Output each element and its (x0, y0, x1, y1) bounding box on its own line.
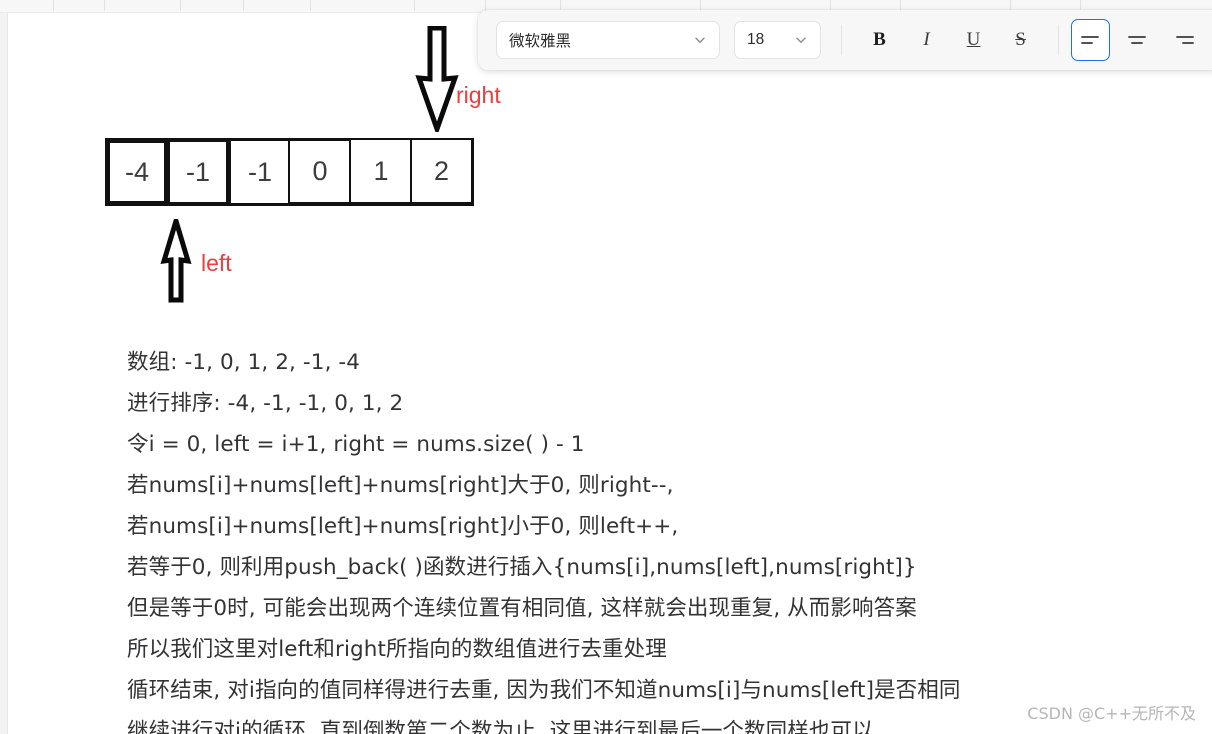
array-cell: 0 (288, 138, 352, 206)
toolbar-divider (841, 25, 842, 55)
arrow-up-icon (160, 212, 192, 303)
algorithm-description-text[interactable]: 数组: -1, 0, 1, 2, -1, -4 进行排序: -4, -1, -1… (127, 342, 1177, 734)
text-line: 若nums[i]+nums[left]+nums[right]小于0, 则lef… (127, 514, 679, 539)
array-cell: 1 (349, 138, 413, 206)
align-left-button[interactable] (1070, 19, 1110, 61)
align-right-icon (1175, 36, 1194, 44)
array-cell: 2 (410, 138, 474, 206)
array-cell: -1 (166, 138, 230, 206)
toolbar-separator (180, 0, 181, 11)
right-pointer-label: right (456, 82, 501, 108)
text-line: 若等于0, 则利用push_back( )函数进行插入{nums[i],nums… (127, 555, 917, 580)
csdn-watermark: CSDN @C++无所不及 (1027, 704, 1196, 723)
font-size-value: 18 (747, 31, 765, 48)
italic-button[interactable]: I (907, 19, 946, 61)
align-center-icon (1128, 36, 1147, 44)
text-line: 若nums[i]+nums[left]+nums[right]大于0, 则rig… (127, 473, 674, 498)
arrow-down-icon (415, 25, 459, 137)
right-pointer-arrow (414, 25, 460, 137)
text-line: 继续进行对i的循环, 直到倒数第二个数为止, 这里进行到最后一个数同样也可以 (127, 719, 874, 734)
toolbar-separator (310, 0, 311, 11)
bold-button[interactable]: B (860, 19, 899, 61)
array-cell: -1 (227, 138, 291, 206)
text-line: 数组: -1, 0, 1, 2, -1, -4 (127, 350, 361, 375)
align-center-button[interactable] (1118, 19, 1157, 61)
array-row: -4 -1 -1 0 1 2 (105, 138, 474, 206)
underline-button[interactable]: U (954, 19, 993, 61)
left-pointer-label: left (201, 250, 232, 276)
text-line: 进行排序: -4, -1, -1, 0, 1, 2 (127, 391, 404, 416)
text-line: 所以我们这里对left和right所指向的数组值进行去重处理 (127, 637, 667, 662)
editor-page: -4 -1 -1 0 1 2 right left 数组: -1, 0, 1, … (0, 0, 1212, 734)
left-gutter (0, 13, 8, 734)
toolbar-separator (414, 0, 415, 11)
toolbar-separator (104, 0, 105, 11)
chevron-down-icon (695, 37, 705, 43)
text-line: 令i = 0, left = i+1, right = nums.size( )… (127, 432, 585, 457)
text-line: 但是等于0时, 可能会出现两个连续位置有相同值, 这样就会出现重复, 从而影响答… (127, 596, 917, 621)
toolbar-separator (53, 0, 54, 11)
document-canvas[interactable]: -4 -1 -1 0 1 2 right left 数组: -1, 0, 1, … (9, 14, 1212, 734)
floating-format-toolbar: 微软雅黑 18 B I U S (478, 10, 1212, 70)
align-left-icon (1081, 36, 1100, 44)
font-family-value: 微软雅黑 (509, 33, 572, 50)
text-line: 循环结束, 对i指向的值同样得进行去重, 因为我们不知道nums[i]与nums… (127, 678, 961, 703)
toolbar-divider (1058, 25, 1059, 55)
chevron-down-icon (796, 37, 806, 43)
font-size-select[interactable]: 18 (734, 21, 822, 59)
toolbar-separator (243, 0, 244, 11)
font-family-select[interactable]: 微软雅黑 (496, 21, 720, 59)
strikethrough-button[interactable]: S (1001, 19, 1040, 61)
left-pointer-arrow (159, 212, 193, 308)
align-right-button[interactable] (1165, 19, 1204, 61)
array-diagram: -4 -1 -1 0 1 2 (105, 138, 474, 206)
array-cell: -4 (105, 138, 169, 206)
